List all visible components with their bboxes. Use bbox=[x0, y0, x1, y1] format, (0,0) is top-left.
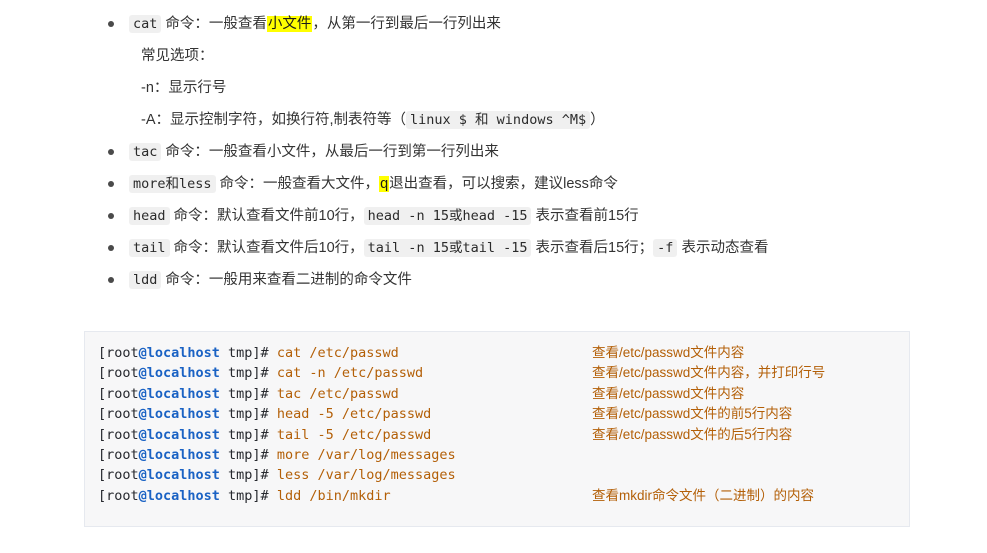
bullet-cat-text-2: ，从第一行到最后一行列出来 bbox=[312, 16, 501, 32]
prompt-user: [root bbox=[98, 385, 139, 402]
prompt-user: [root bbox=[98, 406, 139, 423]
bullet-head-text-1: 命令：默认查看文件前10行， bbox=[169, 208, 364, 224]
terminal-line: [root@localhost tmp]# less /var/log/mess… bbox=[98, 465, 909, 485]
bullet-ldd-text: 命令：一般用来查看二进制的命令文件 bbox=[161, 272, 412, 288]
terminal-comment: 查看/etc/passwd文件的后5行内容 bbox=[592, 426, 793, 442]
terminal-command: ldd /bin/mkdir bbox=[268, 487, 391, 504]
list-item: head 命令：默认查看文件前10行， head -n 15或head -15 表… bbox=[99, 200, 987, 232]
bullet-head-text-2: 表示查看前15行 bbox=[531, 208, 639, 224]
prompt-user: [root bbox=[98, 446, 139, 463]
prompt-hostname: @localhost bbox=[138, 426, 220, 443]
prompt-hostname: @localhost bbox=[138, 467, 220, 484]
terminal-line: [root@localhost tmp]# tac /etc/passwd 查看/… bbox=[98, 384, 909, 404]
bullet-tac: tac 命令：一般查看小文件，从最后一行到第一行列出来 bbox=[108, 136, 987, 168]
prompt-user: [root bbox=[98, 467, 139, 484]
code-head: head bbox=[129, 207, 170, 225]
prompt-user: [root bbox=[98, 365, 139, 382]
bullet-more-less-text-1: 命令：一般查看大文件， bbox=[215, 176, 380, 192]
command-bullet-list: cat 命令：一般查看小文件，从第一行到最后一行列出来 常见选项： -n：显示行… bbox=[99, 8, 987, 296]
terminal-line: [root@localhost tmp]# head -5 /etc/passw… bbox=[98, 404, 909, 424]
code-linux-windows-ctrl: linux $ 和 windows ^M$ bbox=[406, 111, 591, 129]
bullet-ldd: ldd 命令：一般用来查看二进制的命令文件 bbox=[108, 264, 987, 296]
prompt-path: tmp]# bbox=[219, 446, 269, 463]
prompt-path: tmp]# bbox=[219, 426, 269, 443]
bullet-cat-text-1: 命令：一般查看 bbox=[161, 16, 267, 32]
prompt-user: [root bbox=[98, 345, 139, 361]
prompt-hostname: @localhost bbox=[138, 406, 220, 423]
terminal-code-block: [root@localhost tmp]# cat /etc/passwd 查看/… bbox=[84, 331, 910, 527]
prompt-user: [root bbox=[98, 426, 139, 443]
bullet-tail: tail 命令：默认查看文件后10行， tail -n 15或tail -15 表… bbox=[108, 232, 987, 264]
cat-subline-n: -n：显示行号 bbox=[141, 80, 227, 96]
prompt-path: tmp]# bbox=[219, 467, 269, 484]
cat-subline-A-prefix: -A：显示控制字符，如换行符,制表符等（ bbox=[141, 112, 407, 128]
bullet-more-less: more和less 命令：一般查看大文件，q退出查看，可以搜索，建议less命令 bbox=[108, 168, 987, 200]
code-more-less: more和less bbox=[129, 175, 216, 193]
list-item: more和less 命令：一般查看大文件，q退出查看，可以搜索，建议less命令 bbox=[99, 168, 987, 200]
bullet-tail-text-3: 表示动态查看 bbox=[677, 240, 769, 256]
highlight-small-file: 小文件 bbox=[266, 16, 313, 32]
prompt-path: tmp]# bbox=[219, 365, 269, 382]
terminal-line: [root@localhost tmp]# tail -5 /etc/passw… bbox=[98, 425, 909, 445]
bullet-head: head 命令：默认查看文件前10行， head -n 15或head -15 表… bbox=[108, 200, 987, 232]
document-body: cat 命令：一般查看小文件，从第一行到最后一行列出来 常见选项： -n：显示行… bbox=[0, 0, 987, 527]
terminal-command: head -5 /etc/passwd bbox=[268, 406, 432, 423]
terminal-comment: 查看/etc/passwd文件的前5行内容 bbox=[592, 406, 793, 422]
terminal-line: [root@localhost tmp]# ldd /bin/mkdir 查看mk… bbox=[98, 486, 909, 506]
code-tac: tac bbox=[129, 143, 162, 161]
prompt-path: tmp]# bbox=[219, 487, 269, 504]
prompt-user: [root bbox=[98, 487, 139, 504]
terminal-line: [root@localhost tmp]# more /var/log/mess… bbox=[98, 445, 909, 465]
terminal-comment: 查看/etc/passwd文件内容 bbox=[592, 345, 745, 360]
bullet-tac-text: 命令：一般查看小文件，从最后一行到第一行列出来 bbox=[161, 144, 499, 160]
cat-subline-A-suffix: ） bbox=[590, 112, 605, 128]
prompt-hostname: @localhost bbox=[138, 487, 220, 504]
terminal-command: tail -5 /etc/passwd bbox=[268, 426, 432, 443]
prompt-path: tmp]# bbox=[219, 406, 269, 423]
list-item: cat 命令：一般查看小文件，从第一行到最后一行列出来 常见选项： -n：显示行… bbox=[99, 8, 987, 136]
terminal-comment: 查看/etc/passwd文件内容 bbox=[592, 385, 745, 401]
code-tail-options: tail -n 15或tail -15 bbox=[363, 239, 532, 257]
bullet-cat: cat 命令：一般查看小文件，从第一行到最后一行列出来 bbox=[108, 8, 987, 40]
bullet-more-less-text-2: 退出查看，可以搜索，建议less命令 bbox=[389, 176, 618, 192]
terminal-command: more /var/log/messages bbox=[268, 446, 456, 463]
code-cat: cat bbox=[129, 15, 162, 33]
list-item: tac 命令：一般查看小文件，从最后一行到第一行列出来 bbox=[99, 136, 987, 168]
prompt-hostname: @localhost bbox=[138, 365, 220, 382]
code-tail: tail bbox=[129, 239, 170, 257]
terminal-command: tac /etc/passwd bbox=[268, 385, 399, 402]
prompt-path: tmp]# bbox=[219, 385, 269, 402]
terminal-comment: 查看mkdir命令文件（二进制）的内容 bbox=[592, 487, 814, 503]
prompt-hostname: @localhost bbox=[138, 385, 220, 402]
highlight-q-key: q bbox=[379, 176, 390, 192]
prompt-hostname: @localhost bbox=[138, 446, 220, 463]
code-tail-f-flag: -f bbox=[653, 239, 678, 257]
prompt-path: tmp]# bbox=[219, 345, 269, 361]
code-ldd: ldd bbox=[129, 271, 162, 289]
bullet-tail-text-1: 命令：默认查看文件后10行， bbox=[169, 240, 364, 256]
terminal-lines: [root@localhost tmp]# cat /etc/passwd 查看/… bbox=[85, 332, 909, 516]
terminal-line: [root@localhost tmp]# cat -n /etc/passwd… bbox=[98, 363, 909, 383]
code-head-options: head -n 15或head -15 bbox=[363, 207, 532, 225]
cat-subline-A: -A：显示控制字符，如换行符,制表符等（ linux $ 和 windows ^M… bbox=[129, 104, 987, 136]
bullet-tail-text-2: 表示查看后15行； bbox=[531, 240, 654, 256]
terminal-command: cat /etc/passwd bbox=[268, 345, 399, 361]
terminal-line: [root@localhost tmp]# cat /etc/passwd 查看/… bbox=[98, 343, 909, 363]
prompt-hostname: @localhost bbox=[138, 345, 220, 361]
list-item: ldd 命令：一般用来查看二进制的命令文件 bbox=[99, 264, 987, 296]
terminal-comment: 查看/etc/passwd文件内容，并打印行号 bbox=[592, 365, 826, 381]
list-item: tail 命令：默认查看文件后10行， tail -n 15或tail -15 表… bbox=[99, 232, 987, 264]
terminal-command: cat -n /etc/passwd bbox=[268, 365, 424, 382]
terminal-command: less /var/log/messages bbox=[268, 467, 456, 484]
cat-subline-options: 常见选项： bbox=[141, 48, 214, 64]
